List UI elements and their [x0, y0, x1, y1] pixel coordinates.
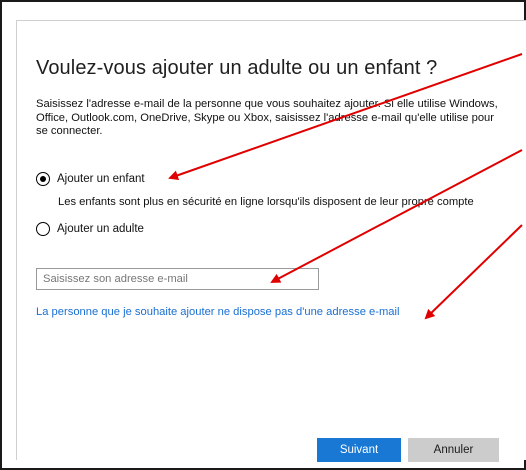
child-hint-text: Les enfants sont plus en sécurité en lig…: [58, 196, 474, 208]
add-child-option[interactable]: Ajouter un enfant: [36, 172, 145, 186]
add-child-radio[interactable]: [36, 172, 50, 186]
next-button[interactable]: Suivant: [317, 438, 401, 462]
no-email-link[interactable]: La personne que je souhaite ajouter ne d…: [36, 306, 400, 318]
cancel-button[interactable]: Annuler: [408, 438, 499, 462]
add-adult-label: Ajouter un adulte: [57, 223, 144, 235]
add-child-label: Ajouter un enfant: [57, 173, 145, 185]
radio-selected-dot: [40, 176, 46, 182]
dialog-title: Voulez-vous ajouter un adulte ou un enfa…: [36, 57, 438, 79]
email-input[interactable]: [36, 268, 319, 290]
add-adult-option[interactable]: Ajouter un adulte: [36, 222, 144, 236]
add-adult-radio[interactable]: [36, 222, 50, 236]
dialog-description: Saisissez l'adresse e-mail de la personn…: [36, 98, 498, 137]
add-family-member-dialog: [16, 20, 526, 460]
